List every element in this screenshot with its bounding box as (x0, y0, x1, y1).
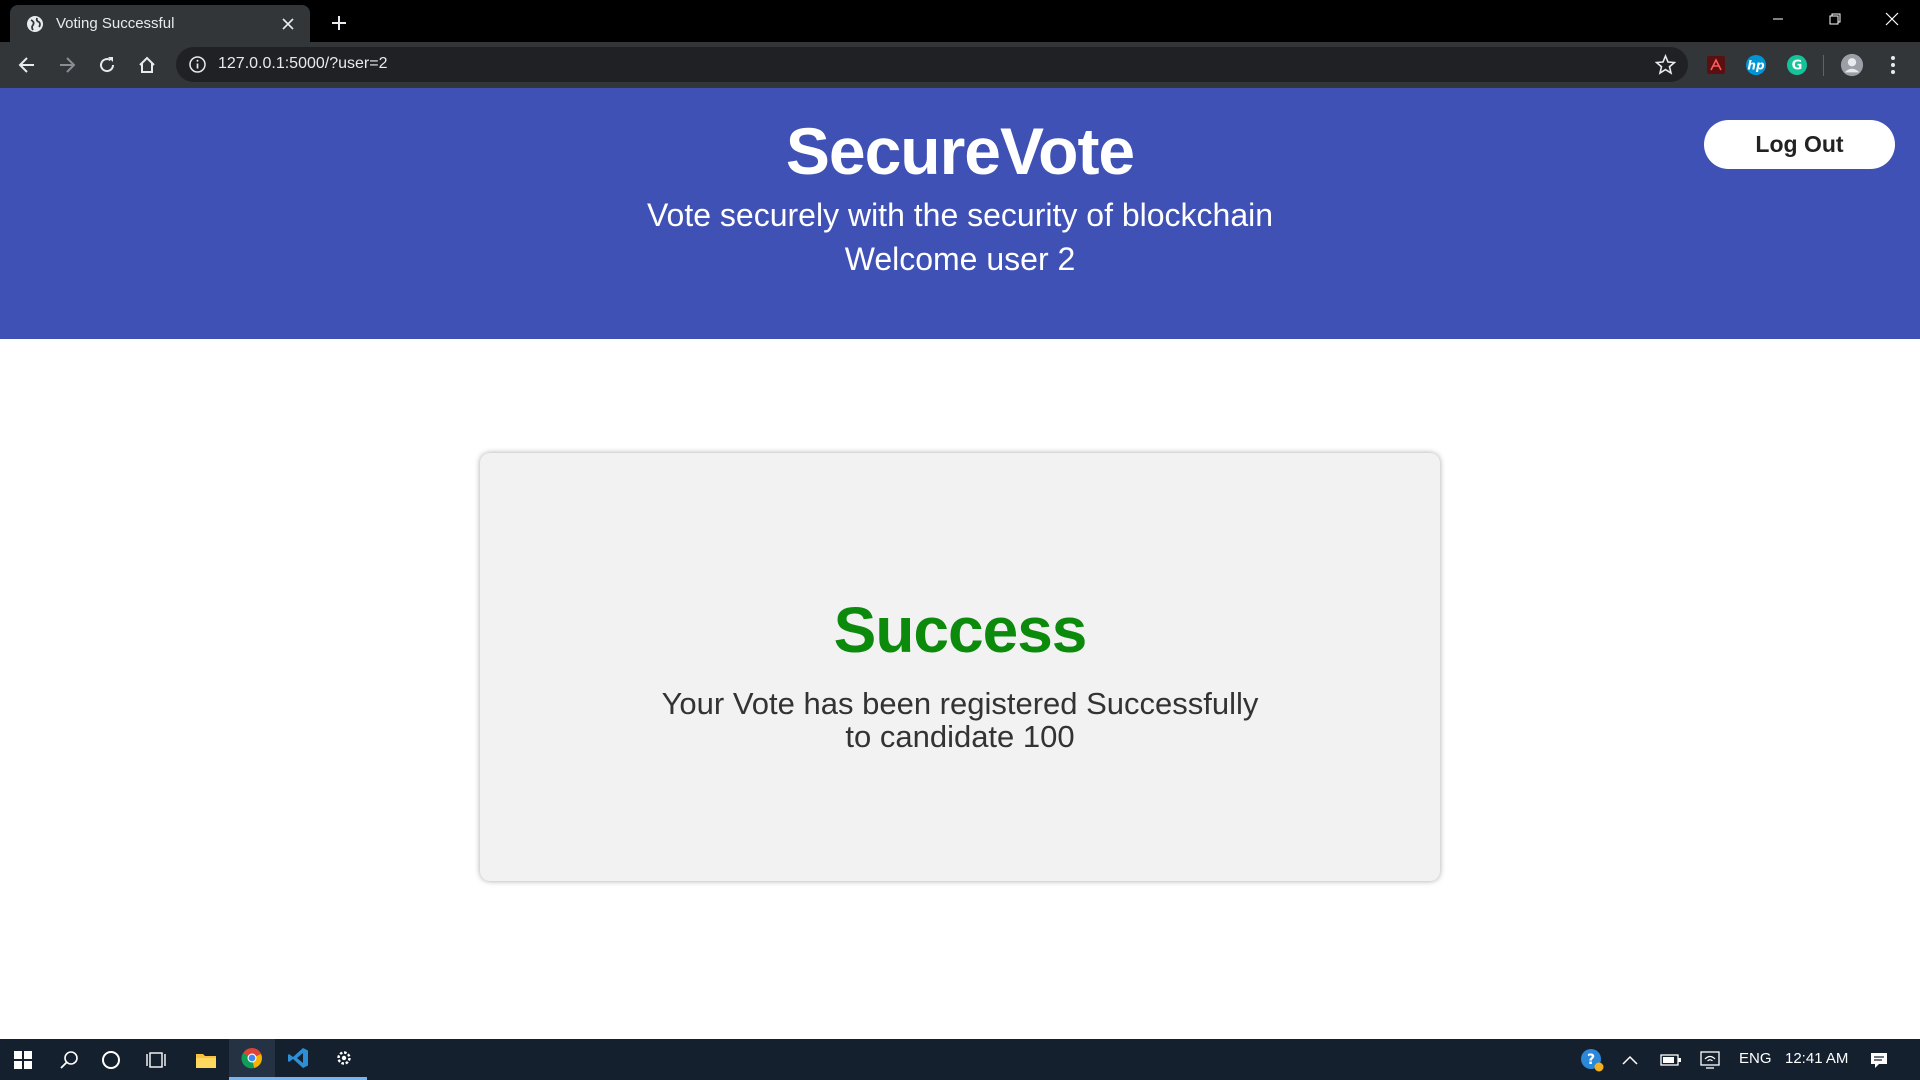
grammarly-extension-icon[interactable]: G (1785, 53, 1809, 77)
bookmark-star-icon[interactable] (1655, 54, 1676, 75)
vscode-taskbar-icon[interactable] (275, 1039, 321, 1080)
svg-text:hp: hp (1747, 59, 1765, 73)
welcome-message: Welcome user 2 (844, 241, 1076, 277)
home-icon[interactable] (132, 50, 162, 80)
globe-favicon-icon (27, 15, 43, 32)
windows-taskbar: ? ENG 12:41 AM (0, 1039, 1920, 1080)
settings-gear-icon[interactable] (321, 1039, 367, 1080)
browser-tab-strip: Voting Successful (0, 0, 1920, 42)
success-message-line1: Your Vote has been registered Successful… (661, 686, 1259, 721)
site-info-icon[interactable] (188, 55, 207, 74)
clock-time[interactable]: 12:41 AM (1785, 1050, 1848, 1067)
forward-arrow-icon[interactable] (52, 50, 82, 80)
back-arrow-icon[interactable] (12, 50, 42, 80)
browser-tab[interactable]: Voting Successful (10, 5, 310, 42)
reload-icon[interactable] (92, 50, 122, 80)
browser-toolbar: 127.0.0.1:5000/?user=2 hp G (0, 42, 1920, 88)
cortana-icon[interactable] (88, 1039, 134, 1080)
close-window-icon[interactable] (1863, 0, 1920, 38)
file-explorer-icon[interactable] (183, 1039, 229, 1080)
input-language[interactable]: ENG (1739, 1050, 1772, 1067)
search-icon[interactable] (46, 1039, 92, 1080)
task-view-icon[interactable] (133, 1039, 179, 1080)
new-tab-plus-icon[interactable] (326, 10, 352, 36)
restore-icon[interactable] (1806, 0, 1863, 38)
success-message: Your Vote has been registered Successful… (480, 687, 1440, 753)
windows-start-icon[interactable] (0, 1039, 46, 1080)
site-title: SecureVote (785, 114, 1135, 188)
logout-button[interactable]: Log Out (1704, 120, 1895, 169)
tab-title: Voting Successful (56, 15, 175, 32)
profile-avatar-icon[interactable] (1840, 53, 1864, 77)
success-message-line2: to candidate 100 (845, 719, 1075, 754)
browser-menu-icon[interactable] (1881, 53, 1905, 77)
network-icon[interactable] (1688, 1039, 1734, 1080)
notifications-icon[interactable] (1856, 1039, 1902, 1080)
tab-close-icon[interactable] (278, 14, 298, 34)
address-bar[interactable]: 127.0.0.1:5000/?user=2 (176, 47, 1688, 82)
tray-chevron-up-icon[interactable] (1607, 1039, 1653, 1080)
success-card: Success Your Vote has been registered Su… (480, 453, 1440, 881)
url-text: 127.0.0.1:5000/?user=2 (218, 55, 388, 72)
svg-text:G: G (1792, 59, 1803, 74)
minimize-icon[interactable] (1749, 0, 1806, 38)
hp-extension-icon[interactable]: hp (1744, 53, 1768, 77)
svg-text:?: ? (1587, 1052, 1595, 1068)
acrobat-extension-icon[interactable] (1704, 53, 1728, 77)
site-header: SecureVote Vote securely with the securi… (0, 88, 1920, 339)
site-subtitle: Vote securely with the security of block… (646, 197, 1274, 233)
window-controls (1749, 0, 1920, 38)
success-heading: Success (833, 594, 1088, 666)
toolbar-separator (1823, 55, 1824, 76)
chrome-taskbar-icon[interactable] (229, 1039, 275, 1080)
